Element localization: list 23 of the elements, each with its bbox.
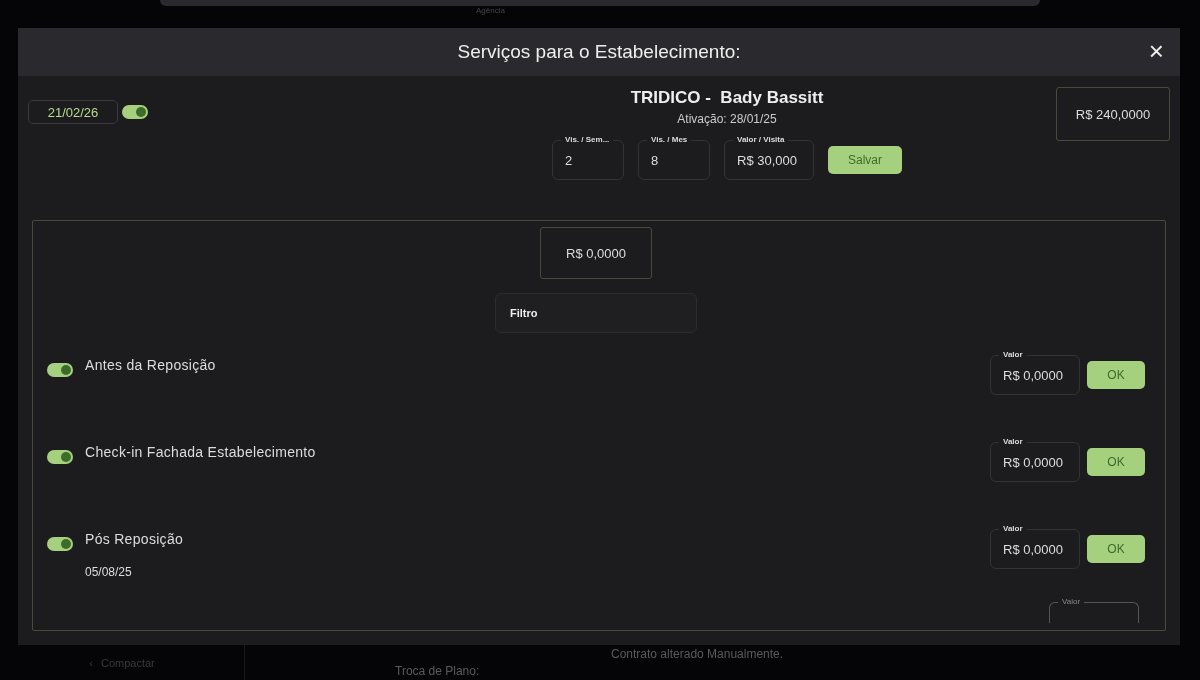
service-date: 05/08/25 (85, 565, 133, 579)
service-toggle[interactable] (47, 537, 73, 551)
log-label: Troca de Plano: (395, 664, 481, 678)
service-toggle[interactable] (47, 363, 73, 377)
total-value: R$ 240,0000 (1056, 87, 1170, 141)
date-field[interactable]: 21/02/26 (28, 100, 118, 124)
close-button[interactable]: × (1146, 40, 1166, 62)
filter-field[interactable]: Filtro (495, 293, 697, 333)
subtotal-value: R$ 0,0000 (540, 227, 652, 279)
service-name: Pós Reposição (85, 531, 184, 547)
ok-button[interactable]: OK (1087, 535, 1145, 563)
log-text: Contrato alterado Manualmente. (611, 647, 785, 661)
page-label: Agência (476, 6, 505, 15)
ok-button[interactable]: OK (1087, 361, 1145, 389)
service-toggle[interactable] (47, 450, 73, 464)
service-name: Check-in Fachada Estabelecimento (85, 444, 316, 460)
ok-button[interactable]: OK (1087, 448, 1145, 476)
save-button[interactable]: Salvar (828, 146, 902, 174)
store-name: TRIDICO - Bady Bassitt (630, 88, 824, 108)
service-name: Antes da Reposição (85, 357, 216, 373)
dialog-title: Serviços para o Estabelecimento: (457, 41, 741, 63)
activation-date: Ativação: 28/01/25 (677, 112, 777, 126)
date-toggle[interactable] (122, 105, 148, 119)
